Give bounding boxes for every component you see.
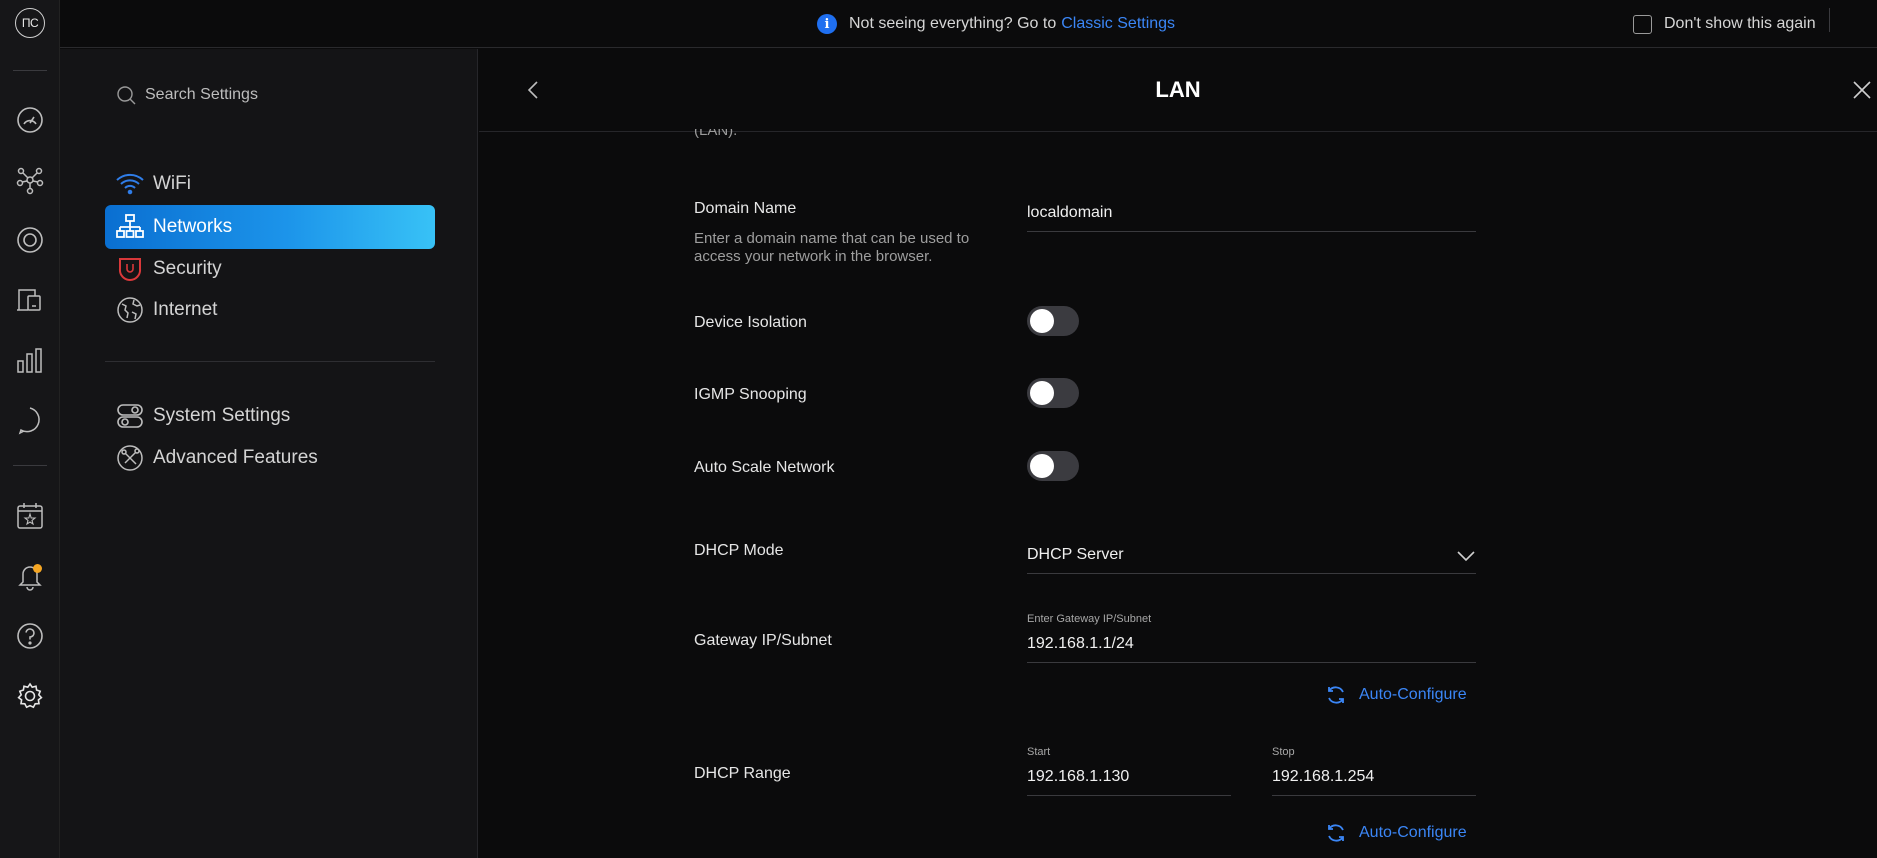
topology-icon[interactable]: [12, 162, 48, 198]
app-rail: ΠC: [0, 0, 60, 858]
toggles-icon: [115, 401, 145, 431]
top-notice-bar: i Not seeing everything? Go to Classic S…: [60, 0, 1877, 48]
sidebar-item-label: Advanced Features: [153, 447, 318, 468]
domain-name-value[interactable]: localdomain: [1027, 204, 1112, 222]
rail-divider: [13, 70, 47, 71]
refresh-icon: [1328, 824, 1344, 842]
events-icon[interactable]: [12, 498, 48, 534]
range-start-caption: Start: [1027, 746, 1051, 758]
wifi-icon: [115, 169, 145, 199]
gateway-label: Gateway IP/Subnet: [694, 632, 832, 649]
info-icon: i: [817, 14, 837, 34]
auto-configure-label: Auto-Configure: [1359, 686, 1467, 703]
search-icon: [117, 86, 136, 105]
sidebar-item-security[interactable]: Security: [105, 247, 435, 291]
dashboard-icon[interactable]: [12, 102, 48, 138]
help-icon[interactable]: [12, 618, 48, 654]
sidebar-item-system-settings[interactable]: System Settings: [105, 394, 435, 438]
insights-icon[interactable]: [12, 402, 48, 438]
logo-text: ΠC: [15, 8, 45, 38]
close-panel-icon[interactable]: [1851, 79, 1875, 103]
gateway-value[interactable]: 192.168.1.1/24: [1027, 635, 1134, 653]
shield-icon: [115, 254, 145, 284]
range-stop-caption: Stop: [1272, 746, 1295, 758]
lan-settings-panel: LAN (LAN). Domain Name Enter a domain na…: [479, 49, 1877, 858]
scrolled-text-fragment: (LAN).: [694, 129, 738, 139]
classic-settings-link[interactable]: Classic Settings: [1061, 15, 1175, 33]
sidebar-item-internet[interactable]: Internet: [105, 288, 435, 332]
search-settings[interactable]: Search Settings: [115, 77, 258, 113]
sidebar-item-advanced-features[interactable]: Advanced Features: [105, 436, 435, 480]
settings-sidebar: Search Settings WiFi Networks Security I…: [60, 49, 478, 858]
dhcp-mode-value: DHCP Server: [1027, 546, 1124, 563]
notification-dot: [33, 564, 42, 573]
igmp-snooping-toggle[interactable]: [1027, 378, 1079, 408]
dhcp-mode-select[interactable]: DHCP Server: [1027, 536, 1476, 574]
toggle-knob: [1030, 454, 1054, 478]
sidebar-item-networks[interactable]: Networks: [105, 205, 435, 249]
tools-icon: [115, 443, 145, 473]
search-input[interactable]: Search Settings: [145, 86, 258, 104]
toggle-knob: [1030, 381, 1054, 405]
dhcp-range-label: DHCP Range: [694, 765, 791, 782]
dont-show-checkbox[interactable]: [1633, 14, 1652, 34]
sidebar-divider: [105, 361, 435, 362]
networks-icon: [115, 212, 145, 242]
sidebar-item-label: Networks: [153, 216, 233, 237]
auto-scale-toggle[interactable]: [1027, 451, 1079, 481]
classic-settings-notice: i Not seeing everything? Go to Classic S…: [817, 7, 1175, 41]
auto-configure-label: Auto-Configure: [1359, 824, 1467, 841]
toggle-knob: [1030, 309, 1054, 333]
domain-name-label: Domain Name: [694, 200, 797, 217]
domain-name-description: Enter a domain name that can be used to …: [694, 230, 970, 265]
dhcp-range-stop-field[interactable]: Stop 192.168.1.254: [1272, 746, 1476, 796]
domain-name-field[interactable]: localdomain: [1027, 194, 1476, 232]
sidebar-item-wifi[interactable]: WiFi: [105, 162, 435, 206]
logo[interactable]: ΠC: [12, 5, 48, 41]
sidebar-item-label: Internet: [153, 299, 218, 320]
range-auto-configure-button[interactable]: Auto-Configure: [1325, 818, 1467, 848]
gateway-field[interactable]: Enter Gateway IP/Subnet 192.168.1.1/24: [1027, 613, 1476, 663]
dont-show-again[interactable]: Don't show this again: [1633, 7, 1816, 41]
notice-text: Not seeing everything? Go to: [849, 15, 1057, 32]
sidebar-item-label: WiFi: [153, 173, 191, 194]
page-title: LAN: [1155, 77, 1201, 102]
settings-icon[interactable]: [12, 678, 48, 714]
gateway-auto-configure-button[interactable]: Auto-Configure: [1325, 680, 1467, 710]
globe-icon: [115, 295, 145, 325]
dhcp-mode-label: DHCP Mode: [694, 542, 784, 559]
chevron-down-icon[interactable]: [1456, 549, 1476, 563]
device-isolation-toggle[interactable]: [1027, 306, 1079, 336]
range-start-value[interactable]: 192.168.1.130: [1027, 768, 1129, 786]
refresh-icon: [1328, 686, 1344, 704]
panel-header: LAN: [479, 49, 1877, 132]
dont-show-label: Don't show this again: [1664, 15, 1816, 32]
range-stop-value[interactable]: 192.168.1.254: [1272, 768, 1374, 786]
dhcp-range-start-field[interactable]: Start 192.168.1.130: [1027, 746, 1231, 796]
rail-divider: [13, 465, 47, 466]
gateway-caption: Enter Gateway IP/Subnet: [1027, 613, 1152, 625]
clients-icon[interactable]: [12, 282, 48, 318]
auto-scale-label: Auto Scale Network: [694, 459, 835, 476]
statistics-icon[interactable]: [12, 342, 48, 378]
devices-icon[interactable]: [12, 222, 48, 258]
device-isolation-label: Device Isolation: [694, 314, 807, 331]
sidebar-item-label: Security: [153, 258, 222, 279]
alerts-icon[interactable]: [12, 558, 48, 594]
topbar-divider: [1829, 8, 1830, 32]
igmp-snooping-label: IGMP Snooping: [694, 386, 807, 403]
sidebar-item-label: System Settings: [153, 405, 291, 426]
